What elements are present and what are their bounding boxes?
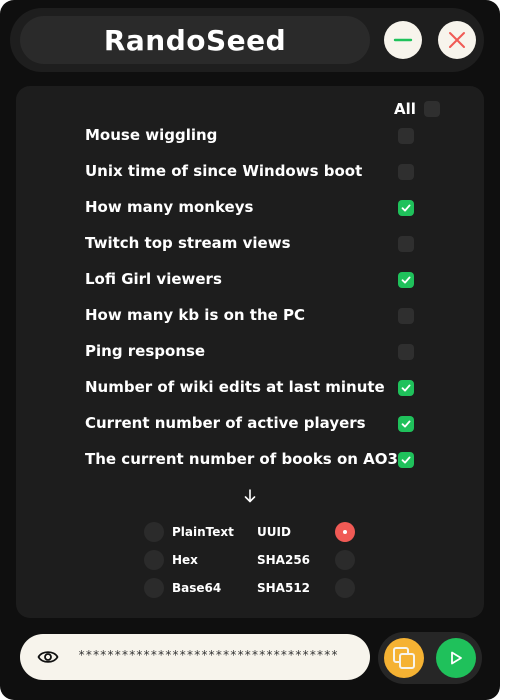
format-radio[interactable]	[335, 578, 355, 598]
arrow-down-icon	[244, 489, 256, 503]
source-checkbox[interactable]	[398, 380, 414, 396]
format-option[interactable]: Base64	[144, 578, 221, 598]
source-checkbox[interactable]	[398, 200, 414, 216]
format-radio[interactable]	[335, 550, 355, 570]
actions-bar	[378, 632, 482, 684]
play-icon	[451, 651, 462, 665]
app-window: RandoSeed All Mouse wiggling Unix time of…	[0, 0, 500, 700]
app-title: RandoSeed	[20, 16, 370, 64]
source-label: Ping response	[85, 342, 206, 360]
format-label: Hex	[172, 553, 198, 567]
x-icon	[449, 32, 465, 48]
checkmark-icon	[401, 384, 411, 392]
select-all-row: All	[394, 100, 440, 118]
source-label: How many monkeys	[85, 198, 254, 216]
source-label: Number of wiki edits at last minute	[85, 378, 385, 396]
source-checkbox[interactable]	[398, 272, 414, 288]
format-option[interactable]: UUID	[257, 522, 355, 542]
source-label: How many kb is on the PC	[85, 306, 306, 324]
source-label: Unix time of since Windows boot	[85, 162, 363, 180]
format-option[interactable]: SHA256	[257, 550, 355, 570]
source-checkbox[interactable]	[398, 236, 414, 252]
close-button[interactable]	[438, 21, 476, 59]
format-option[interactable]: Hex	[144, 550, 198, 570]
generate-button[interactable]	[436, 638, 476, 678]
radio-dot	[343, 530, 347, 534]
source-row[interactable]: Mouse wiggling	[85, 124, 415, 148]
source-checkbox[interactable]	[398, 308, 414, 324]
copy-button[interactable]	[384, 638, 424, 678]
format-label: Base64	[172, 581, 222, 595]
format-label: PlainText	[172, 525, 234, 539]
source-row[interactable]: Number of wiki edits at last minute	[85, 376, 415, 400]
source-row[interactable]: Lofi Girl viewers	[85, 268, 415, 292]
source-label: Current number of active players	[85, 414, 366, 432]
source-checkbox[interactable]	[398, 416, 414, 432]
minus-icon	[393, 38, 413, 42]
source-row[interactable]: Current number of active players	[85, 412, 415, 436]
source-label: The current number of books on AO3	[85, 450, 398, 468]
source-row[interactable]: How many monkeys	[85, 196, 415, 220]
format-option[interactable]: PlainText	[144, 522, 234, 542]
source-checkbox[interactable]	[398, 452, 414, 468]
source-row[interactable]: Twitch top stream views	[85, 232, 415, 256]
source-row[interactable]: Ping response	[85, 340, 415, 364]
source-row[interactable]: Unix time of since Windows boot	[85, 160, 415, 184]
format-label: UUID	[257, 525, 291, 539]
source-checkbox[interactable]	[398, 344, 414, 360]
checkmark-icon	[401, 204, 411, 212]
source-label: Mouse wiggling	[85, 126, 218, 144]
title-bar: RandoSeed	[10, 8, 484, 72]
source-label: Twitch top stream views	[85, 234, 291, 252]
source-checkbox[interactable]	[398, 128, 414, 144]
format-radio[interactable]	[144, 522, 164, 542]
format-label: SHA512	[257, 581, 311, 595]
format-radio[interactable]	[144, 550, 164, 570]
checkmark-icon	[401, 456, 411, 464]
format-label: SHA256	[257, 553, 311, 567]
source-row[interactable]: How many kb is on the PC	[85, 304, 415, 328]
source-label: Lofi Girl viewers	[85, 270, 222, 288]
eye-icon[interactable]	[37, 647, 59, 667]
checkmark-icon	[401, 276, 411, 284]
sources-panel: All Mouse wiggling Unix time of since Win…	[16, 86, 484, 618]
source-row[interactable]: The current number of books on AO3	[85, 448, 415, 472]
format-option[interactable]: SHA512	[257, 578, 355, 598]
copy-icon	[393, 647, 415, 669]
format-radio[interactable]	[335, 522, 355, 542]
select-all-checkbox[interactable]	[423, 101, 440, 117]
checkmark-icon	[401, 420, 411, 428]
source-checkbox[interactable]	[398, 164, 414, 180]
select-all-label: All	[394, 100, 416, 118]
minimize-button[interactable]	[384, 21, 422, 59]
seed-value: ************************************	[78, 648, 339, 662]
format-radio[interactable]	[144, 578, 164, 598]
seed-output-field[interactable]: ************************************	[20, 634, 370, 680]
